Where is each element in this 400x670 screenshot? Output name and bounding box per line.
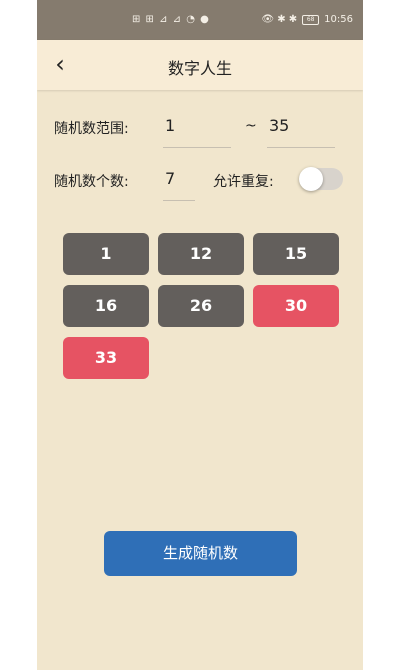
signal-icons: ⊞ ⊞ ⊿ ⊿ ◔ ●	[132, 14, 210, 25]
app-bar: ‹ 数字人生	[37, 40, 363, 90]
app-screen: ⊞ ⊞ ⊿ ⊿ ◔ ● 👁 ✱ ✱ 68 10:56 ‹ 数字人生 随机数范围:…	[37, 0, 363, 670]
count-input[interactable]	[161, 169, 193, 188]
status-right: 👁 ✱ ✱ 68 10:56	[261, 14, 353, 25]
number-chip: 30	[253, 285, 339, 327]
range-min-input[interactable]	[161, 116, 229, 135]
number-chip: 12	[158, 233, 244, 275]
status-time: 10:56	[324, 14, 353, 25]
number-chip: 1	[63, 233, 149, 275]
range-max-input[interactable]	[265, 116, 333, 135]
range-separator: ~	[245, 118, 257, 134]
number-chip: 16	[63, 285, 149, 327]
count-underline	[163, 200, 195, 201]
repeat-label: 允许重复:	[213, 174, 274, 190]
range-max-underline	[267, 147, 335, 148]
number-chip: 33	[63, 337, 149, 379]
number-chip: 15	[253, 233, 339, 275]
status-icons: 👁 ✱ ✱	[261, 14, 298, 25]
range-label: 随机数范围:	[54, 121, 129, 137]
range-min-underline	[163, 147, 231, 148]
battery-icon: 68	[302, 14, 320, 25]
status-bar: ⊞ ⊞ ⊿ ⊿ ◔ ● 👁 ✱ ✱ 68 10:56	[37, 0, 363, 40]
generate-button[interactable]: 生成随机数	[104, 531, 297, 576]
allow-repeat-toggle[interactable]	[299, 167, 343, 191]
count-label: 随机数个数:	[54, 174, 129, 190]
page-title: 数字人生	[167, 59, 232, 78]
number-chip: 26	[158, 285, 244, 327]
toggle-knob	[299, 167, 323, 191]
